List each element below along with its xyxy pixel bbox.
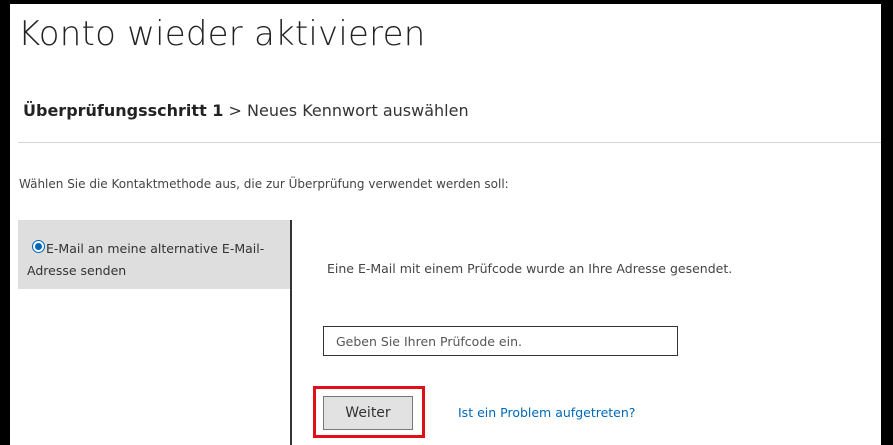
breadcrumb-next-step: Neues Kennwort auswählen: [247, 101, 469, 120]
verification-message: Eine E-Mail mit einem Prüfcode wurde an …: [327, 261, 733, 276]
divider: [18, 142, 881, 143]
reactivate-account-panel: Konto wieder aktivieren Überprüfungsschr…: [10, 4, 881, 445]
breadcrumb-current-step: Überprüfungsschritt 1: [23, 101, 224, 120]
instruction-text: Wählen Sie die Kontaktmethode aus, die z…: [19, 177, 509, 191]
verification-code-input[interactable]: [323, 326, 678, 356]
page-title: Konto wieder aktivieren: [18, 14, 426, 54]
next-button[interactable]: Weiter: [323, 396, 413, 430]
breadcrumb-separator: >: [223, 101, 247, 120]
contact-method-list: E-Mail an meine alternative E-Mail-Adres…: [18, 220, 292, 445]
breadcrumb: Überprüfungsschritt 1 > Neues Kennwort a…: [23, 101, 469, 120]
contact-method-email-option[interactable]: E-Mail an meine alternative E-Mail-Adres…: [18, 220, 290, 289]
contact-method-label: E-Mail an meine alternative E-Mail-Adres…: [27, 241, 265, 278]
problem-help-link[interactable]: Ist ein Problem aufgetreten?: [458, 405, 635, 420]
